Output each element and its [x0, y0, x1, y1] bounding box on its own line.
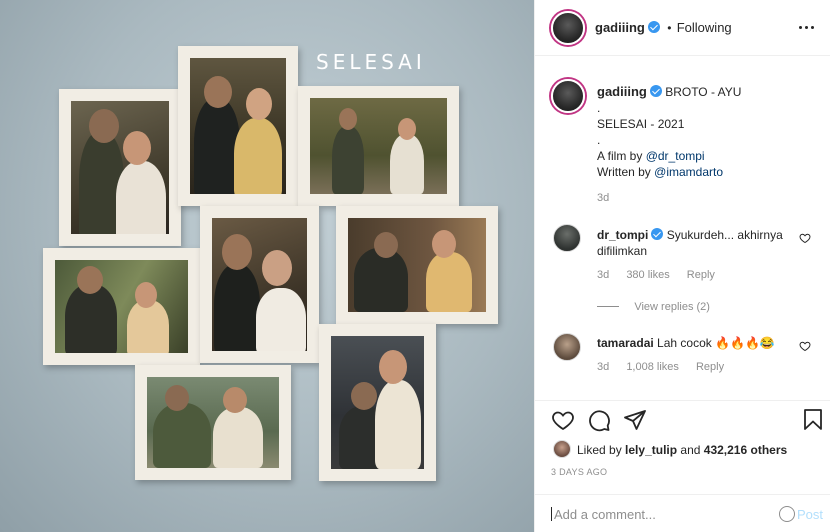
framed-photo-7 [147, 377, 279, 468]
caption-username[interactable]: gadiiing [597, 84, 647, 99]
liked-by-user[interactable]: lely_tulip [625, 443, 677, 457]
caption-line-title: BROTO - AYU [665, 85, 742, 99]
comment-icon[interactable] [587, 408, 611, 432]
post-actions: Liked by lely_tulip and 432,216 others 3… [535, 400, 830, 496]
header-separator: • [667, 21, 672, 35]
photo-frame-1 [59, 89, 181, 246]
caption-line-dot: . [597, 101, 601, 115]
caption-avatar[interactable] [551, 79, 585, 113]
comment-time[interactable]: 3d [597, 269, 609, 281]
comment-meta: 3d 380 likes Reply [597, 269, 729, 281]
framed-photo-2 [190, 58, 286, 194]
post-date[interactable]: 3 DAYS AGO [551, 467, 607, 477]
caption-film-by: A film by [597, 149, 643, 163]
caption-written-by: Written by [597, 165, 651, 179]
add-comment-input[interactable]: Add a comment... [551, 507, 656, 522]
comment-reply[interactable]: Reply [696, 361, 724, 373]
replies-divider [597, 306, 619, 308]
add-comment-bar: Add a comment... Post [535, 494, 830, 532]
post-photo[interactable]: SELESAI [0, 0, 534, 532]
photo-frame-6 [336, 206, 498, 324]
comment-avatar[interactable] [553, 333, 581, 361]
caption-line-dot: . [597, 133, 601, 147]
liked-by-others[interactable]: 432,216 others [704, 443, 787, 457]
post-button[interactable]: Post [797, 507, 823, 522]
wall-text-selesai: SELESAI [316, 50, 426, 74]
liker-avatar[interactable] [553, 440, 571, 458]
comment-time[interactable]: 3d [597, 361, 609, 373]
comment-reply[interactable]: Reply [687, 269, 715, 281]
header-username[interactable]: gadiiing [595, 20, 645, 35]
caption-time[interactable]: 3d [597, 190, 817, 206]
comment-like-heart-icon[interactable] [799, 232, 811, 244]
photo-frame-5 [200, 206, 319, 363]
caption-line-selesai: SELESAI - 2021 [597, 117, 685, 131]
liked-by-prefix: Liked by [577, 443, 622, 457]
view-replies-label: View replies (2) [634, 301, 710, 313]
verified-badge-icon [651, 228, 664, 240]
photo-frame-2 [178, 46, 298, 206]
heart-icon[interactable] [551, 408, 575, 432]
framed-photo-6 [348, 218, 486, 312]
following-button[interactable]: Following [677, 20, 732, 35]
framed-photo-8 [331, 336, 424, 469]
comment-meta: 3d 1,008 likes Reply [597, 361, 738, 373]
liked-by-and: and [680, 443, 701, 457]
photo-frame-8 [319, 324, 436, 481]
photo-frame-4 [43, 248, 200, 365]
comment-username[interactable]: tamaradai [597, 336, 654, 350]
framed-photo-5 [212, 218, 307, 351]
post-header: gadiiing • Following [535, 0, 830, 56]
comment-likes[interactable]: 1,008 likes [626, 361, 679, 373]
comment-text-continued: difilimkan [597, 244, 648, 258]
comment-likes[interactable]: 380 likes [626, 269, 669, 281]
verified-badge-icon [649, 85, 662, 97]
author-avatar[interactable] [551, 11, 585, 45]
photo-frame-7 [135, 365, 291, 480]
view-replies[interactable]: View replies (2) [597, 299, 710, 313]
photo-frame-3 [298, 86, 459, 206]
comment-text: Lah cocok [657, 336, 712, 350]
mention-imamdarto[interactable]: @imamdarto [654, 165, 723, 179]
bookmark-icon[interactable] [801, 408, 825, 432]
emoji-icon[interactable] [779, 506, 795, 522]
framed-photo-3 [310, 98, 447, 194]
more-options-icon[interactable] [799, 26, 815, 30]
verified-badge-icon [647, 21, 660, 33]
comment-username[interactable]: dr_tompi [597, 228, 648, 242]
likes-summary: Liked by lely_tulip and 432,216 others [577, 443, 787, 457]
comment-like-heart-icon[interactable] [799, 340, 811, 352]
comment-avatar[interactable] [553, 224, 581, 252]
framed-photo-1 [71, 101, 169, 234]
comment-text: Syukurdeh... akhirnya [666, 228, 783, 242]
mention-dr-tompi[interactable]: @dr_tompi [646, 149, 705, 163]
comment-emoji: 🔥🔥🔥😂 [715, 336, 775, 350]
header-info: gadiiing • Following [595, 20, 732, 35]
share-icon[interactable] [623, 408, 647, 432]
framed-photo-4 [55, 260, 188, 353]
post-side-panel: gadiiing • Following gadiiing BROTO - AY… [534, 0, 830, 532]
